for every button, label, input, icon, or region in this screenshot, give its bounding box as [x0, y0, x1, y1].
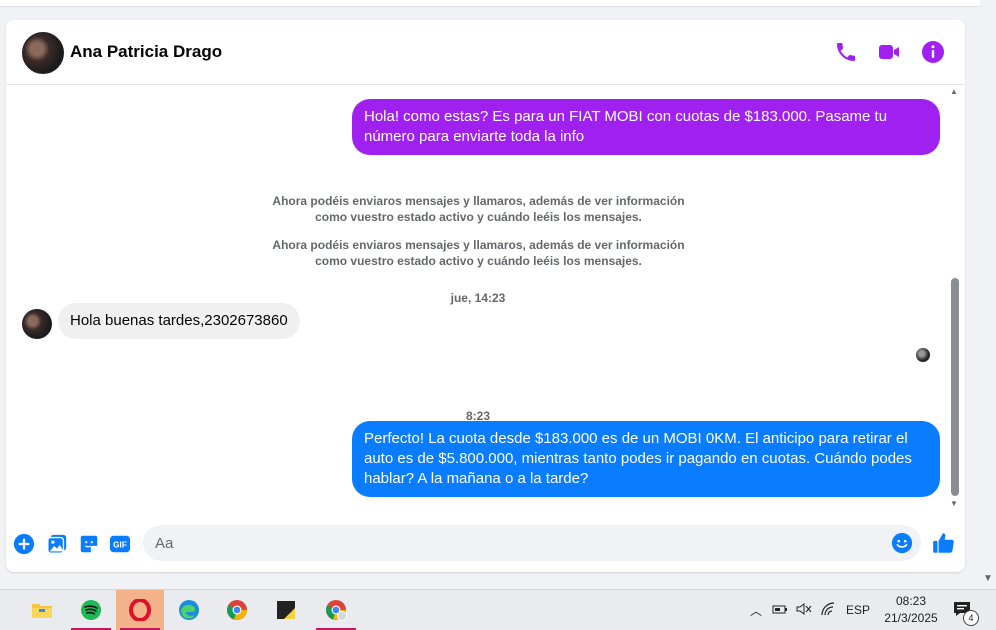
timestamp-separator: jue, 14:23	[450, 291, 506, 305]
gif-icon[interactable]: GIF	[109, 533, 131, 555]
contact-name[interactable]: Ana Patricia Drago	[70, 42, 222, 62]
scrollbar-thumb[interactable]	[951, 278, 959, 496]
video-call-icon[interactable]	[877, 40, 901, 64]
like-icon[interactable]	[931, 530, 957, 556]
edge-icon[interactable]	[165, 590, 213, 630]
chrome-icon[interactable]	[213, 590, 261, 630]
seen-indicator-avatar	[916, 348, 930, 362]
message-input[interactable]	[143, 525, 921, 561]
system-tray: ︿ ESP	[750, 590, 870, 630]
composer: GIF	[6, 525, 965, 572]
contact-avatar-small[interactable]	[22, 309, 52, 339]
taskbar: ︿ ESP 08:23 21/3/2025 4	[0, 589, 996, 630]
chat-header: Ana Patricia Drago	[6, 20, 965, 85]
notification-count-badge: 4	[963, 610, 979, 626]
outgoing-message[interactable]: Perfecto! La cuota desde $183.000 es de …	[352, 421, 940, 497]
wifi-icon[interactable]	[820, 601, 836, 619]
clock[interactable]: 08:23 21/3/2025	[874, 593, 948, 627]
clock-date: 21/3/2025	[884, 611, 938, 625]
spotify-icon[interactable]	[67, 590, 115, 630]
window-scrollbar[interactable]: ▼	[980, 0, 996, 588]
scroll-down-arrow-icon[interactable]: ▼	[983, 573, 993, 584]
scroll-up-arrow-icon[interactable]: ▲	[950, 87, 958, 96]
message-scrollbar[interactable]: ▲ ▼	[948, 85, 962, 510]
phone-icon[interactable]	[834, 40, 858, 64]
system-note: Ahora podéis enviaros mensajes y llamaro…	[272, 238, 685, 268]
language-indicator[interactable]: ESP	[846, 603, 870, 617]
message-list[interactable]: Hola! como estas? Es para un FIAT MOBI c…	[6, 85, 965, 525]
add-icon[interactable]	[13, 533, 35, 555]
emoji-icon[interactable]	[891, 532, 913, 554]
info-icon[interactable]	[921, 40, 945, 64]
opera-icon[interactable]	[116, 590, 164, 630]
chevron-up-icon[interactable]: ︿	[750, 602, 762, 619]
chrome-profile-icon[interactable]	[312, 590, 360, 630]
outgoing-message[interactable]: Hola! como estas? Es para un FIAT MOBI c…	[352, 99, 940, 155]
sticky-notes-icon[interactable]	[262, 590, 310, 630]
incoming-message[interactable]: Hola buenas tardes,2302673860	[58, 303, 300, 339]
clock-time: 08:23	[895, 594, 927, 608]
browser-top-strip	[0, 0, 996, 7]
contact-avatar[interactable]	[22, 32, 64, 74]
photo-icon[interactable]	[46, 533, 68, 555]
gif-label: GIF	[113, 541, 127, 550]
system-note: Ahora podéis enviaros mensajes y llamaro…	[272, 194, 685, 224]
battery-icon[interactable]	[772, 603, 788, 618]
volume-muted-icon[interactable]	[796, 602, 812, 619]
chat-window: Ana Patricia Drago Hola! como estas? Es …	[6, 20, 965, 572]
scroll-down-arrow-icon[interactable]: ▼	[950, 499, 958, 508]
file-explorer-icon[interactable]	[18, 590, 66, 630]
sticker-icon[interactable]	[78, 533, 100, 555]
